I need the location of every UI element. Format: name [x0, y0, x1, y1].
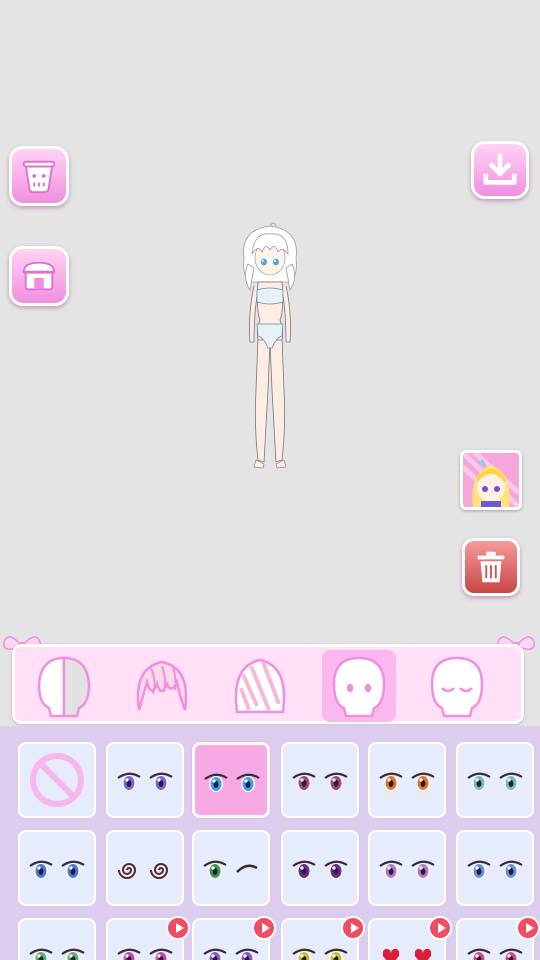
- tab-hair-back[interactable]: [223, 650, 297, 722]
- eye-option-17[interactable]: [456, 916, 540, 960]
- eye-option-7[interactable]: [106, 830, 184, 906]
- eye-option-5[interactable]: [456, 742, 534, 818]
- eye-option-2[interactable]: [192, 742, 270, 818]
- eye-preview-icon: [203, 948, 259, 960]
- eye-option-4[interactable]: [368, 742, 446, 818]
- eye-options-grid: [0, 726, 540, 960]
- trash-icon: [477, 551, 505, 583]
- eye-option-3[interactable]: [281, 742, 359, 818]
- eye-option-12[interactable]: [18, 918, 96, 960]
- download-button[interactable]: [471, 141, 529, 199]
- delete-button[interactable]: [462, 538, 520, 596]
- half-head-icon: [37, 656, 91, 718]
- video-ad-badge-icon: [341, 916, 365, 940]
- closed-eyes-head-icon: [430, 656, 484, 718]
- character-gallery-thumbnail[interactable]: [460, 450, 522, 510]
- eye-preview-icon: [292, 948, 348, 960]
- eye-option-8[interactable]: [192, 830, 270, 906]
- eye-option-1[interactable]: [106, 742, 184, 818]
- character-avatar[interactable]: [230, 220, 310, 475]
- tab-closed-eyes[interactable]: [420, 650, 494, 722]
- eye-preview-icon: [379, 772, 435, 791]
- tab-eyes[interactable]: [322, 650, 396, 722]
- eye-preview-icon: [204, 773, 260, 792]
- eye-preview-icon: [292, 772, 348, 791]
- eye-option-9[interactable]: [281, 830, 359, 906]
- eye-option-16[interactable]: [368, 916, 452, 960]
- eye-option-14[interactable]: [192, 916, 276, 960]
- shop-button[interactable]: [9, 246, 69, 306]
- eye-preview-icon: [292, 860, 348, 879]
- eye-preview-icon: [117, 772, 173, 791]
- no-selection-icon: [30, 753, 84, 807]
- video-ad-badge-icon: [252, 916, 276, 940]
- eye-option-10[interactable]: [368, 830, 446, 906]
- eye-option-6[interactable]: [18, 830, 96, 906]
- eye-option-13[interactable]: [106, 916, 190, 960]
- eye-option-11[interactable]: [456, 830, 534, 906]
- hair-front-icon: [136, 660, 188, 711]
- tab-hair-front[interactable]: [125, 650, 199, 722]
- download-icon: [483, 153, 517, 185]
- eye-preview-icon: [467, 772, 523, 791]
- category-bar: [12, 644, 524, 724]
- eye-preview-icon: [118, 863, 169, 879]
- shop-icon: [22, 261, 56, 291]
- video-ad-badge-icon: [516, 916, 540, 940]
- eye-preview-icon: [382, 948, 432, 960]
- eye-preview-icon: [29, 948, 85, 960]
- hair-back-icon: [234, 658, 286, 714]
- eye-preview-icon: [203, 860, 258, 879]
- clear-outfit-button[interactable]: [9, 146, 69, 206]
- tab-skin[interactable]: [27, 650, 101, 722]
- eye-option-15[interactable]: [281, 916, 365, 960]
- eye-preview-icon: [117, 948, 173, 960]
- eye-preview-icon: [467, 948, 523, 960]
- eye-preview-icon: [467, 860, 523, 879]
- video-ad-badge-icon: [166, 916, 190, 940]
- eye-option-none[interactable]: [18, 742, 96, 818]
- eye-preview-icon: [29, 860, 85, 879]
- eye-preview-icon: [379, 860, 435, 879]
- eyes-head-icon: [332, 656, 386, 718]
- trash-cup-icon: [22, 160, 56, 194]
- video-ad-badge-icon: [428, 916, 452, 940]
